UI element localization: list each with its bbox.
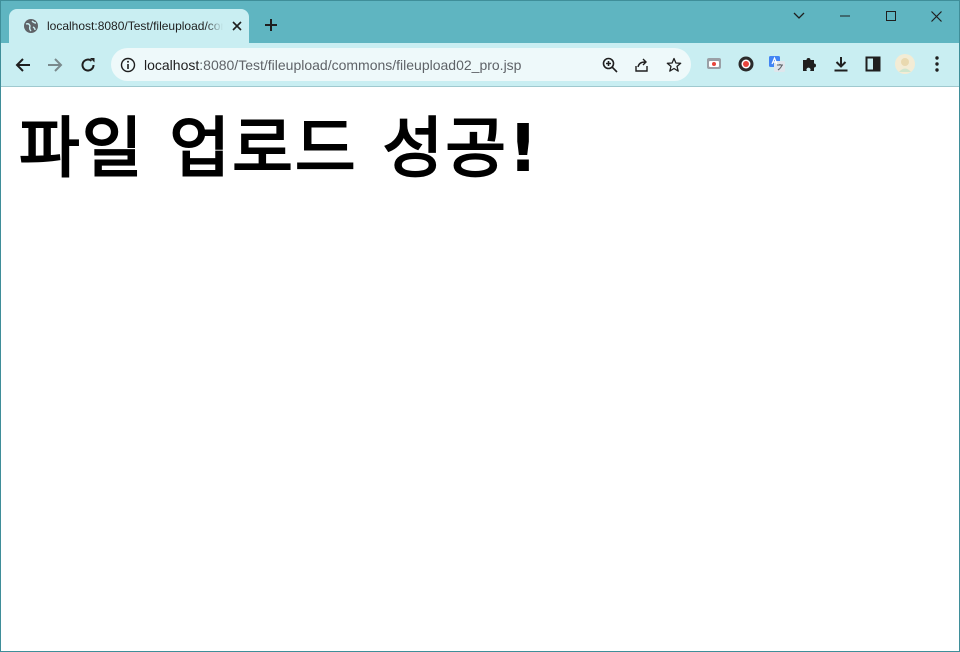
back-arrow-icon[interactable] <box>9 51 37 79</box>
active-tab[interactable]: localhost:8080/Test/fileupload/commons/f… <box>9 9 249 43</box>
chevron-down-icon[interactable] <box>776 5 822 27</box>
minimize-icon[interactable] <box>822 5 868 27</box>
puzzle-icon[interactable] <box>799 54 819 74</box>
info-icon[interactable] <box>119 56 137 74</box>
close-icon[interactable] <box>229 18 245 34</box>
url-path: :8080/Test/fileupload/commons/fileupload… <box>199 57 522 73</box>
tab-strip: localhost:8080/Test/fileupload/commons/f… <box>1 1 959 43</box>
url-text[interactable]: localhost:8080/Test/fileupload/commons/f… <box>144 57 521 73</box>
maximize-icon[interactable] <box>868 5 914 27</box>
share-icon[interactable] <box>633 56 651 74</box>
download-icon[interactable] <box>831 54 851 74</box>
star-icon[interactable] <box>665 56 683 74</box>
plus-icon[interactable] <box>261 15 281 35</box>
url-host: localhost <box>144 57 200 73</box>
tab-title: localhost:8080/Test/fileupload/commons/f… <box>47 19 223 33</box>
toolbar: localhost:8080/Test/fileupload/commons/f… <box>1 43 959 87</box>
address-bar[interactable]: localhost:8080/Test/fileupload/commons/f… <box>111 48 691 81</box>
page-content: 파일 업로드 성공! <box>1 87 959 651</box>
translate-icon[interactable] <box>767 54 787 74</box>
record-icon[interactable] <box>736 54 756 74</box>
browser-window: localhost:8080/Test/fileupload/commons/f… <box>0 0 960 652</box>
zoom-icon[interactable] <box>601 56 619 74</box>
more-vert-icon[interactable] <box>927 54 947 74</box>
reload-icon[interactable] <box>74 51 102 79</box>
cast-icon[interactable] <box>704 54 724 74</box>
avatar[interactable] <box>895 54 915 74</box>
globe-icon <box>23 18 39 34</box>
close-icon[interactable] <box>913 5 959 27</box>
forward-arrow-icon[interactable] <box>41 51 69 79</box>
side-panel-icon[interactable] <box>863 54 883 74</box>
page-heading: 파일 업로드 성공! <box>19 110 541 187</box>
